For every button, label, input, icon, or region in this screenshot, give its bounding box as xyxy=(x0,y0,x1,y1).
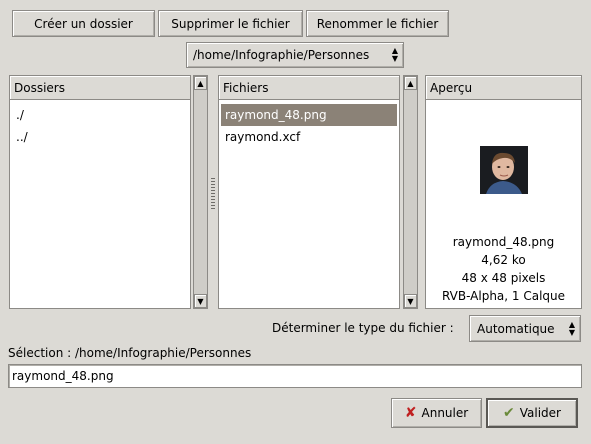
preview-panel: Aperçu raymond_48.png 4,62 ko 48 x 48 pi… xyxy=(425,75,582,309)
checkmark-icon: ✔ xyxy=(503,405,515,421)
preview-dimensions: 48 x 48 pixels xyxy=(461,271,546,285)
cancel-button-label: Annuler xyxy=(421,406,469,420)
files-header-label: Fichiers xyxy=(223,80,269,95)
file-type-value: Automatique xyxy=(477,321,555,336)
file-type-label: Déterminer le type du fichier : xyxy=(272,321,454,335)
preview-header: Aperçu xyxy=(426,76,581,100)
folders-header-label: Dossiers xyxy=(14,80,65,95)
files-header[interactable]: Fichiers xyxy=(219,76,399,100)
selection-label: Sélection : /home/Infographie/Personnes xyxy=(8,346,252,360)
path-selector[interactable]: /home/Infographie/Personnes ▲ ▼ xyxy=(186,42,404,68)
updown-arrow-icon: ▲ ▼ xyxy=(391,46,398,63)
file-item[interactable]: raymond.xcf xyxy=(221,126,397,148)
create-folder-button[interactable]: Créer un dossier xyxy=(12,10,155,37)
delete-file-button[interactable]: Supprimer le fichier xyxy=(158,10,303,37)
file-item-label: raymond_48.png xyxy=(225,108,327,122)
preview-thumbnail xyxy=(480,146,528,194)
file-item-label: raymond.xcf xyxy=(225,130,301,144)
folders-scrollbar[interactable]: ▲ ▼ xyxy=(193,75,208,309)
preview-info: RVB-Alpha, 1 Calque xyxy=(441,289,566,303)
files-panel: Fichiers raymond_48.png raymond.xcf xyxy=(218,75,400,309)
file-type-select[interactable]: Automatique ▲ ▼ xyxy=(469,315,581,342)
preview-file-size: 4,62 ko xyxy=(481,253,526,267)
preview-file-name: raymond_48.png xyxy=(452,235,555,249)
folder-item[interactable]: ./ xyxy=(12,104,188,126)
folders-header[interactable]: Dossiers xyxy=(10,76,190,100)
folders-panel: Dossiers ./ ../ xyxy=(9,75,191,309)
pane-resize-handle[interactable] xyxy=(211,178,215,210)
folder-item[interactable]: ../ xyxy=(12,126,188,148)
scroll-up-icon[interactable]: ▲ xyxy=(194,76,207,90)
close-icon: ✘ xyxy=(404,405,417,421)
folder-item-label: ../ xyxy=(16,130,28,144)
scroll-down-icon[interactable]: ▼ xyxy=(194,294,207,308)
scroll-up-icon[interactable]: ▲ xyxy=(404,76,417,90)
file-item-selected[interactable]: raymond_48.png xyxy=(221,104,397,126)
scroll-down-icon[interactable]: ▼ xyxy=(404,294,417,308)
folder-item-label: ./ xyxy=(16,108,24,122)
selection-input[interactable]: raymond_48.png xyxy=(8,364,582,388)
rename-file-button[interactable]: Renommer le fichier xyxy=(306,10,449,37)
files-scrollbar[interactable]: ▲ ▼ xyxy=(403,75,418,309)
preview-header-label: Aperçu xyxy=(430,80,473,95)
ok-button[interactable]: ✔ Valider xyxy=(486,398,578,428)
selection-input-value: raymond_48.png xyxy=(12,369,114,383)
updown-arrow-icon: ▲ ▼ xyxy=(568,320,575,337)
ok-button-label: Valider xyxy=(519,406,561,420)
path-selector-value: /home/Infographie/Personnes xyxy=(193,48,370,62)
cancel-button[interactable]: ✘ Annuler xyxy=(391,398,482,428)
